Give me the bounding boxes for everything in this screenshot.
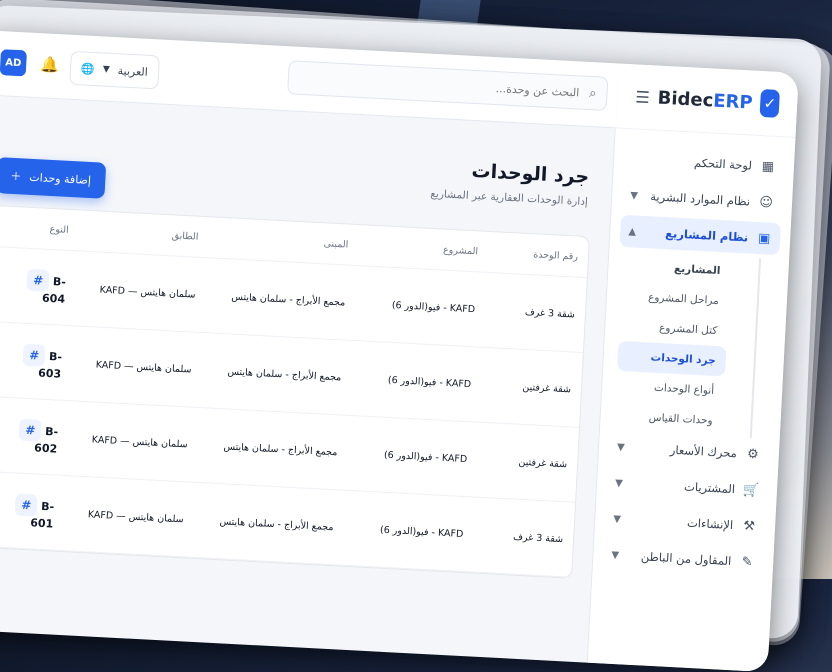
cart-icon: 🛒 xyxy=(742,482,760,498)
sidebar-item-label: المقاول من الباطن xyxy=(640,549,732,569)
hash-icon: # xyxy=(14,493,38,517)
floor-cell: سلمان هايتس — KAFD xyxy=(99,284,196,301)
chevron-down-icon: ▼ xyxy=(629,189,639,202)
page-title: جرد الوحدات xyxy=(471,159,590,189)
column-header[interactable]: النوع xyxy=(8,221,78,236)
tools-icon: ⚒ xyxy=(742,518,756,534)
sidebar-item-hr[interactable]: ☺ نظام الموارد البشرية ▼ xyxy=(621,179,782,219)
chevron-down-icon: ▼ xyxy=(616,441,626,453)
hash-icon: # xyxy=(18,418,42,442)
building-cell: مجمع الأبراج - سلمان هايتس xyxy=(231,291,346,308)
sidebar-item-label: نظام المشاريع xyxy=(664,226,749,245)
project-cell: KAFD - فيو(الدور 6) xyxy=(379,524,464,540)
unit-number-cell: # B-604 xyxy=(5,267,77,306)
sidebar-item-label: محرك الأسعار xyxy=(669,442,738,461)
building-icon: ▣ xyxy=(757,230,771,247)
sliders-icon: ⚙ xyxy=(746,446,760,462)
menu-icon[interactable]: ☰ xyxy=(635,87,650,107)
units-table: رقم الوحدة المشروع المبنى الطابق النوع ش… xyxy=(0,203,591,579)
sidebar-item-purchases[interactable]: 🛒 المشتريات ▼ xyxy=(606,466,767,506)
globe-icon: 🌐 xyxy=(80,61,96,76)
search-box[interactable]: ⌕ xyxy=(287,60,609,111)
chevron-down-icon: ▼ xyxy=(611,549,620,561)
column-header[interactable]: رقم الوحدة xyxy=(488,246,588,262)
search-input[interactable] xyxy=(298,70,582,101)
sidebar-nav: ▦ لوحة التحكم ☺ نظام الموارد البشرية ▼ ▣… xyxy=(592,128,796,597)
language-label: العربية xyxy=(117,63,149,79)
chevron-up-icon: ▲ xyxy=(628,225,637,238)
sidebar-item-subcontractor[interactable]: ✎ المقاول من الباطن ▼ xyxy=(603,538,764,578)
hash-icon: # xyxy=(26,268,50,292)
bell-icon[interactable]: 🔔 xyxy=(40,55,60,74)
building-cell: مجمع الأبراج - سلمان هايتس xyxy=(227,365,342,383)
avatar[interactable]: AD xyxy=(0,49,27,77)
add-button-label: إضافة وحدات xyxy=(29,170,92,187)
floor-cell: سلمان هايتس — KAFD xyxy=(87,508,184,525)
logo-row: ✓ BidecERP ☰ xyxy=(615,63,799,138)
add-units-button[interactable]: إضافة وحدات ＋ xyxy=(0,157,106,199)
floor-cell: سلمان هايتس — KAFD xyxy=(91,433,188,450)
chevron-down-icon: ▼ xyxy=(614,477,624,489)
sidebar-item-label: الإنشاءات xyxy=(686,515,734,533)
column-header[interactable]: الطابق xyxy=(78,225,208,243)
column-header[interactable]: المبنى xyxy=(208,232,358,251)
grid-icon: ▦ xyxy=(761,158,775,175)
document-icon: ✎ xyxy=(741,554,754,570)
unit-number-cell: # B-601 xyxy=(0,492,65,531)
sidebar-item-label: لوحة التحكم xyxy=(693,155,753,173)
building-cell: مجمع الأبراج - سلمان هايتس xyxy=(223,440,338,458)
project-cell: KAFD - فيو(الدور 6) xyxy=(391,299,476,315)
unit-type-cell: شقة غرفتين xyxy=(518,456,568,470)
sidebar-item-projects[interactable]: ▣ نظام المشاريع ▲ xyxy=(619,214,781,256)
sidebar-item-label: نظام الموارد البشرية xyxy=(649,189,751,209)
plus-icon: ＋ xyxy=(10,169,22,184)
main-content: جرد الوحدات إدارة الوحدات العقارية عبر ا… xyxy=(0,94,616,663)
sidebar: ✓ BidecERP ☰ ▦ لوحة التحكم ☺ نظام الموار… xyxy=(586,63,799,672)
page-subtitle: إدارة الوحدات العقارية عبر المشاريع xyxy=(430,187,589,209)
unit-number-cell: # B-603 xyxy=(1,342,73,381)
language-selector[interactable]: 🌐 ▼ العربية xyxy=(69,50,160,90)
sidebar-item-construction[interactable]: ⚒ الإنشاءات ▼ xyxy=(604,502,765,542)
shield-icon: ✓ xyxy=(759,88,780,118)
project-cell: KAFD - فيو(الدور 6) xyxy=(383,449,468,465)
unit-type-cell: شقة 3 غرف xyxy=(512,531,564,545)
brand-logo: BidecERP xyxy=(657,87,754,114)
sidebar-item-label: المشتريات xyxy=(683,479,736,497)
chevron-down-icon: ▼ xyxy=(612,513,622,525)
hash-icon: # xyxy=(22,343,46,367)
floor-cell: سلمان هايتس — KAFD xyxy=(95,359,192,376)
unit-number-cell: # B-602 xyxy=(0,417,69,456)
unit-type-cell: شقة غرفتين xyxy=(522,381,572,395)
column-header[interactable]: المشروع xyxy=(358,240,488,258)
unit-type-cell: شقة 3 غرف xyxy=(524,306,576,321)
sidebar-item-dashboard[interactable]: ▦ لوحة التحكم xyxy=(623,143,784,183)
project-cell: KAFD - فيو(الدور 6) xyxy=(387,374,472,390)
search-icon: ⌕ xyxy=(588,85,597,101)
app-window: ✓ BidecERP ☰ ▦ لوحة التحكم ☺ نظام الموار… xyxy=(0,30,799,672)
users-icon: ☺ xyxy=(758,194,774,211)
building-cell: مجمع الأبراج - سلمان هايتس xyxy=(219,515,334,533)
projects-submenu: المشاريع مراحل المشروع كتل المشروع جرد ا… xyxy=(609,250,762,438)
chevron-down-icon: ▼ xyxy=(102,64,110,75)
